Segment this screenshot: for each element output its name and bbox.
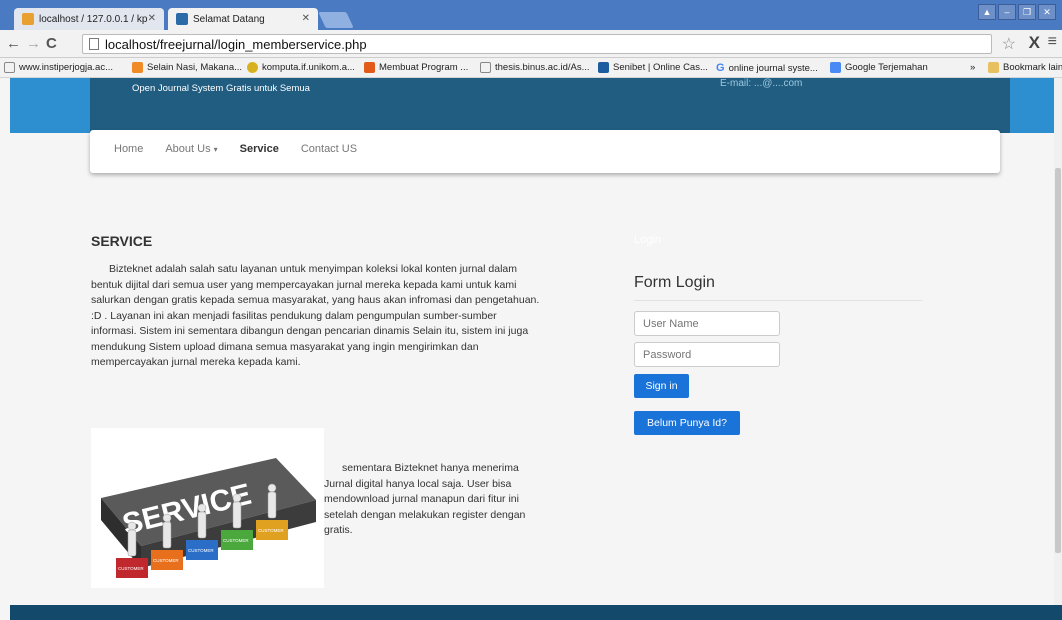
- bookmark-item[interactable]: Senibet | Online Cas...: [598, 62, 708, 73]
- service-image: SERVICE CUSTOMER CUSTOMER CUSTOMER CUSTO…: [91, 428, 324, 588]
- sign-in-button[interactable]: Sign in: [634, 374, 689, 398]
- site-tagline: Open Journal System Gratis untuk Semua: [132, 83, 310, 94]
- bookmark-label: Membuat Program ...: [379, 62, 469, 73]
- translate-icon: [830, 62, 841, 73]
- login-title: Form Login: [634, 274, 715, 291]
- bookmark-overflow[interactable]: »: [970, 62, 975, 73]
- site-icon: [598, 62, 609, 73]
- tab-phpmyadmin[interactable]: localhost / 127.0.0.1 / kp ✕: [14, 8, 164, 30]
- service-caption: sementara Bizteknet hanya menerima Jurna…: [324, 462, 526, 536]
- back-arrow-icon[interactable]: ←: [6, 35, 21, 52]
- folder-icon: [988, 62, 999, 73]
- close-icon[interactable]: ✕: [302, 13, 310, 24]
- nav-contact[interactable]: Contact US: [301, 143, 357, 155]
- bookmark-label: Google Terjemahan: [845, 62, 928, 73]
- image-block-label: CUSTOMER: [118, 566, 144, 571]
- login-ghost-title: Login: [634, 234, 661, 246]
- password-input[interactable]: [634, 342, 780, 367]
- bookmark-folder[interactable]: Bookmark lain: [988, 62, 1062, 73]
- nav-about[interactable]: About Us ▾: [165, 143, 217, 155]
- bookmark-item[interactable]: Gonline journal syste...: [716, 62, 818, 74]
- page-icon: [480, 62, 491, 73]
- nav-about-label: About Us: [165, 143, 211, 155]
- address-toolbar: ← → C localhost/freejurnal/login_members…: [0, 30, 1062, 58]
- bookmark-label: online journal syste...: [728, 62, 818, 74]
- reload-icon[interactable]: C: [46, 35, 57, 52]
- site-footer: [10, 605, 1062, 620]
- scrollbar-thumb[interactable]: [1055, 168, 1061, 553]
- username-input[interactable]: [634, 311, 780, 336]
- image-block-label: CUSTOMER: [153, 558, 179, 563]
- page-title: SERVICE: [91, 233, 153, 249]
- user-icon[interactable]: ▲: [978, 4, 996, 20]
- chevron-down-icon: ▾: [213, 145, 218, 154]
- divider: [634, 300, 922, 301]
- browser-tab-bar: localhost / 127.0.0.1 / kp ✕ Selamat Dat…: [0, 0, 1062, 30]
- address-text: localhost/freejurnal/login_memberservice…: [105, 36, 367, 52]
- minimize-button[interactable]: –: [998, 4, 1016, 20]
- nav-service[interactable]: Service: [240, 143, 279, 155]
- bookmark-label: komputa.if.unikom.a...: [262, 62, 355, 73]
- nav-home[interactable]: Home: [114, 143, 143, 155]
- bookmark-item[interactable]: www.instiperjogja.ac...: [4, 62, 113, 73]
- bookmark-item[interactable]: thesis.binus.ac.id/As...: [480, 62, 590, 73]
- image-block-label: CUSTOMER: [223, 538, 249, 543]
- maximize-button[interactable]: ❐: [1018, 4, 1036, 20]
- phpmyadmin-icon: [22, 13, 34, 25]
- bookmark-item[interactable]: Membuat Program ...: [364, 62, 468, 73]
- close-window-button[interactable]: ✕: [1038, 4, 1056, 20]
- tab-label: Selamat Datang: [193, 13, 265, 25]
- site-header: Open Journal System Gratis untuk Semua E…: [10, 78, 1062, 133]
- close-icon[interactable]: ✕: [148, 13, 156, 24]
- window-controls: ▲ – ❐ ✕: [978, 4, 1056, 20]
- bookmark-label: Senibet | Online Cas...: [613, 62, 708, 73]
- menu-icon[interactable]: ≡: [1048, 33, 1057, 51]
- bookmark-label: Selain Nasi, Makana...: [147, 62, 243, 73]
- forward-arrow-icon[interactable]: →: [26, 35, 41, 52]
- bookmark-label: www.instiperjogja.ac...: [19, 62, 113, 73]
- page-icon: [4, 62, 15, 73]
- bookmark-label: Bookmark lain: [1003, 62, 1062, 73]
- bookmarks-bar: www.instiperjogja.ac... Selain Nasi, Mak…: [0, 58, 1062, 78]
- site-icon: [364, 62, 375, 73]
- bookmark-label: thesis.binus.ac.id/As...: [495, 62, 590, 73]
- bookmark-item[interactable]: Google Terjemahan: [830, 62, 928, 73]
- page-icon: [89, 38, 99, 50]
- bookmark-item[interactable]: komputa.if.unikom.a...: [247, 62, 355, 73]
- header-email: E-mail: ...@....com: [720, 78, 803, 89]
- tab-selamat-datang[interactable]: Selamat Datang ✕: [168, 8, 318, 30]
- site-icon: [247, 62, 258, 73]
- extension-x-icon[interactable]: X: [1029, 33, 1040, 53]
- site-icon: [132, 62, 143, 73]
- bookmark-star-icon[interactable]: ☆: [1002, 34, 1016, 54]
- bookmark-item[interactable]: Selain Nasi, Makana...: [132, 62, 242, 73]
- main-nav: Home About Us ▾ Service Contact US: [90, 130, 1000, 173]
- service-description: Bizteknet adalah salah satu layanan untu…: [91, 263, 540, 368]
- tab-label: localhost / 127.0.0.1 / kp: [39, 13, 148, 25]
- new-tab-button[interactable]: [318, 12, 354, 28]
- image-block-label: CUSTOMER: [258, 528, 284, 533]
- address-input[interactable]: localhost/freejurnal/login_memberservice…: [82, 34, 992, 54]
- header-inner: Open Journal System Gratis untuk Semua E…: [90, 78, 1010, 133]
- image-block-label: CUSTOMER: [188, 548, 214, 553]
- google-icon: G: [716, 62, 725, 74]
- site-icon: [176, 13, 188, 25]
- overflow-icon: »: [970, 62, 976, 73]
- register-button[interactable]: Belum Punya Id?: [634, 411, 740, 435]
